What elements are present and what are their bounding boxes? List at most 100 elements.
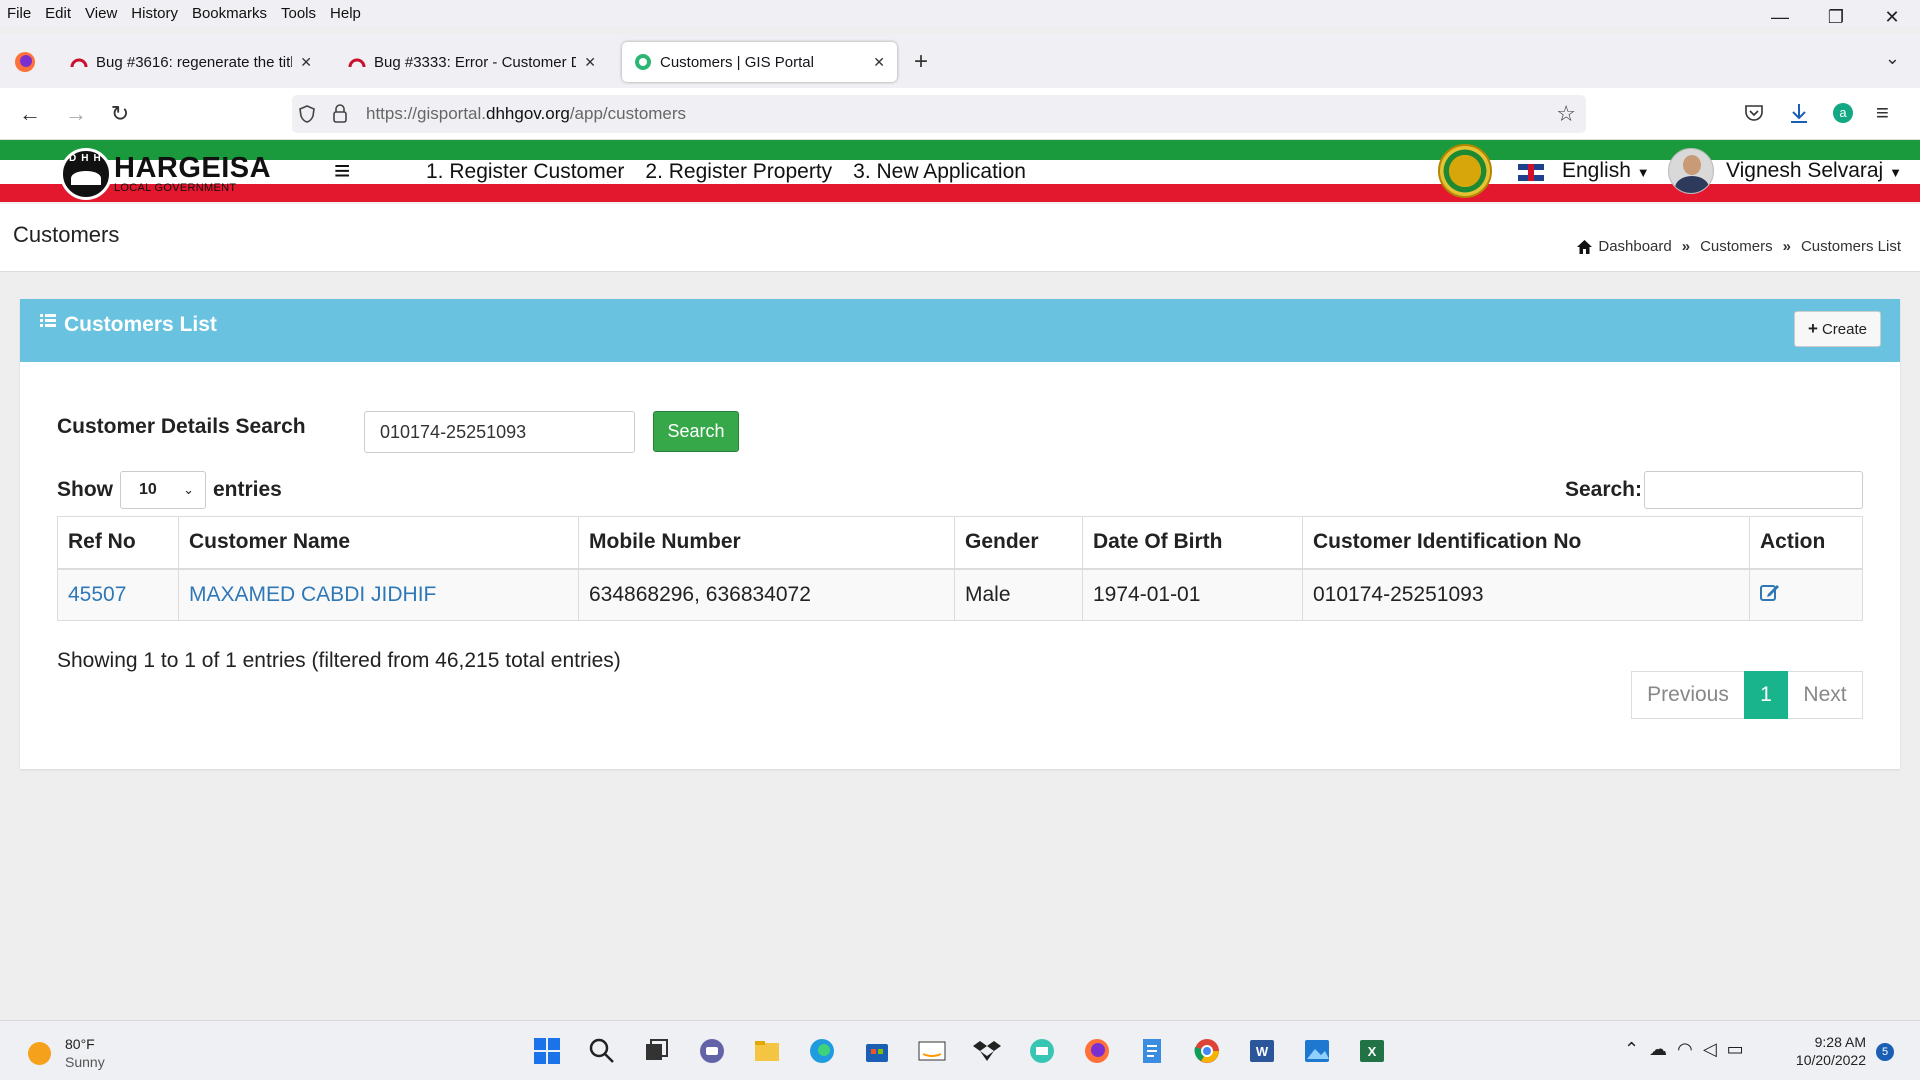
wifi-icon[interactable]: ◠ <box>1677 1039 1693 1060</box>
downloads-icon[interactable] <box>1788 102 1810 124</box>
nav-register-property[interactable]: 2. Register Property <box>645 160 832 184</box>
col-gender[interactable]: Gender <box>954 516 1083 570</box>
col-customer-name[interactable]: Customer Name <box>178 516 579 570</box>
chrome-icon[interactable] <box>1193 1037 1221 1065</box>
bookmark-star-icon[interactable]: ☆ <box>1556 101 1576 127</box>
mobile-number-cell: 634868296, 636834072 <box>578 568 955 621</box>
menu-edit[interactable]: Edit <box>38 5 78 22</box>
home-icon <box>1577 239 1593 254</box>
language-dropdown[interactable]: English ▼ <box>1562 159 1650 183</box>
menu-view[interactable]: View <box>78 5 124 22</box>
reload-icon[interactable]: ↻ <box>104 98 136 130</box>
next-page-button[interactable]: Next <box>1788 671 1863 719</box>
create-button[interactable]: + Create <box>1794 311 1881 347</box>
avatar[interactable] <box>1668 148 1714 194</box>
back-icon[interactable]: ← <box>14 98 46 130</box>
new-tab-icon[interactable]: + <box>914 48 928 76</box>
window-controls: — ❐ ✕ <box>1752 0 1920 34</box>
plus-icon: + <box>1808 319 1818 338</box>
excel-icon[interactable]: X <box>1358 1037 1386 1065</box>
menu-help[interactable]: Help <box>323 5 368 22</box>
tab-title: Customers | GIS Portal <box>660 53 814 71</box>
cloud-icon[interactable]: ☁ <box>1649 1039 1667 1060</box>
notification-badge[interactable]: 5 <box>1876 1043 1894 1061</box>
customer-name-link[interactable]: MAXAMED CABDI JIDHIF <box>178 568 579 621</box>
breadcrumb-customers-list: Customers List <box>1800 238 1901 255</box>
col-mobile-number[interactable]: Mobile Number <box>578 516 955 570</box>
logo-text: HARGEISA LOCAL GOVERNMENT <box>114 154 271 194</box>
customer-search-input[interactable] <box>364 411 635 453</box>
logo-title: HARGEISA <box>114 152 272 184</box>
caret-down-icon: ▼ <box>1889 165 1902 180</box>
menu-bookmarks[interactable]: Bookmarks <box>185 5 274 22</box>
entries-select[interactable]: 10 ⌄ <box>120 471 206 509</box>
user-name: Vignesh Selvaraj <box>1726 159 1884 182</box>
extension-icon[interactable]: a <box>1832 102 1854 124</box>
shield-icon[interactable] <box>298 105 316 123</box>
firefox-taskbar-icon[interactable] <box>1083 1037 1111 1065</box>
hargeisa-logo[interactable]: DHH HARGEISA LOCAL GOVERNMENT <box>60 148 271 200</box>
close-window-icon[interactable]: ✕ <box>1864 0 1920 34</box>
col-ref-no[interactable]: Ref No <box>57 516 179 570</box>
minimize-icon[interactable]: — <box>1752 0 1808 34</box>
breadcrumb-dashboard[interactable]: Dashboard <box>1598 238 1671 255</box>
chevron-up-icon[interactable]: ⌃ <box>1624 1039 1639 1060</box>
store-icon[interactable] <box>863 1037 891 1065</box>
dob-cell: 1974-01-01 <box>1082 568 1303 621</box>
search-button[interactable]: Search <box>653 411 739 452</box>
menu-tools[interactable]: Tools <box>274 5 323 22</box>
dropbox-icon[interactable] <box>973 1037 1001 1065</box>
show-entries: Show 10 ⌄ entries <box>57 471 282 509</box>
nav-new-application[interactable]: 3. New Application <box>853 160 1026 184</box>
file-explorer-icon[interactable] <box>753 1037 781 1065</box>
clock[interactable]: 9:28 AM 10/20/2022 <box>1796 1033 1866 1069</box>
breadcrumb: Dashboard » Customers » Customers List <box>1576 238 1901 255</box>
weather-widget[interactable]: 80°F Sunny <box>28 1035 105 1071</box>
app-menu-icon[interactable]: ≡ <box>1876 100 1889 126</box>
list-tabs-icon[interactable]: ⌄ <box>1885 48 1900 69</box>
restore-icon[interactable]: ❐ <box>1808 0 1864 34</box>
forward-icon[interactable]: → <box>60 98 92 130</box>
entries-label: entries <box>213 478 282 501</box>
word-icon[interactable]: W <box>1248 1037 1276 1065</box>
mail-app-icon[interactable] <box>1028 1037 1056 1065</box>
firefox-icon[interactable] <box>14 51 36 73</box>
user-dropdown[interactable]: Vignesh Selvaraj ▼ <box>1726 159 1902 183</box>
close-tab-icon[interactable]: ✕ <box>873 54 885 71</box>
battery-icon[interactable]: ▭ <box>1727 1039 1744 1060</box>
previous-page-button[interactable]: Previous <box>1631 671 1744 719</box>
chat-icon[interactable] <box>698 1037 726 1065</box>
col-action: Action <box>1749 516 1863 570</box>
photos-icon[interactable] <box>1303 1037 1331 1065</box>
amazon-icon[interactable] <box>918 1037 946 1065</box>
edge-icon[interactable] <box>808 1037 836 1065</box>
notepad-icon[interactable] <box>1138 1037 1166 1065</box>
address-bar[interactable]: https://gisportal.dhhgov.org/app/custome… <box>292 95 1586 133</box>
tab-customers[interactable]: Customers | GIS Portal ✕ <box>622 42 897 82</box>
page-1-button[interactable]: 1 <box>1744 671 1788 719</box>
ref-no-link[interactable]: 45507 <box>57 568 179 621</box>
task-view-icon[interactable] <box>643 1037 671 1065</box>
nav-register-customer[interactable]: 1. Register Customer <box>426 160 624 184</box>
close-tab-icon[interactable]: ✕ <box>584 54 596 71</box>
edit-icon[interactable] <box>1760 582 1780 602</box>
svg-text:a: a <box>1839 105 1847 120</box>
volume-icon[interactable]: ◁ <box>1703 1039 1717 1060</box>
start-icon[interactable] <box>533 1037 561 1065</box>
customer-search-label: Customer Details Search <box>57 415 306 438</box>
col-date-of-birth[interactable]: Date Of Birth <box>1082 516 1303 570</box>
tab-bug-3616[interactable]: Bug #3616: regenerate the title ✕ <box>58 42 324 82</box>
col-customer-identification-no[interactable]: Customer Identification No <box>1302 516 1750 570</box>
tab-bug-3333[interactable]: Bug #3333: Error - Customer De ✕ <box>336 42 608 82</box>
hamburger-menu-icon[interactable]: ≡ <box>334 157 362 185</box>
search-icon[interactable] <box>588 1037 616 1065</box>
breadcrumb-customers[interactable]: Customers <box>1700 238 1773 255</box>
menu-file[interactable]: File <box>0 5 38 22</box>
pocket-icon[interactable] <box>1744 103 1764 123</box>
table-filter-input[interactable] <box>1644 471 1863 509</box>
close-tab-icon[interactable]: ✕ <box>300 54 312 71</box>
bug-tracker-icon <box>348 58 366 68</box>
lock-icon[interactable] <box>332 104 348 124</box>
url-prefix: https://gisportal. <box>366 104 487 123</box>
menu-history[interactable]: History <box>124 5 185 22</box>
